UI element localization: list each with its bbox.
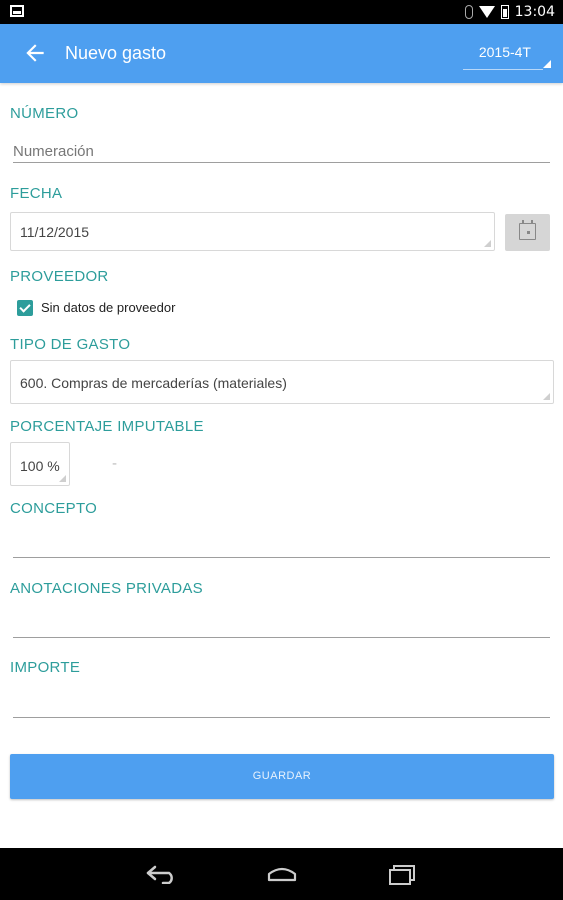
system-nav-bar	[0, 848, 563, 900]
importe-input[interactable]	[13, 688, 550, 718]
period-selector[interactable]: 2015-4T	[463, 44, 551, 70]
calendar-button[interactable]	[505, 214, 550, 251]
concepto-label: CONCEPTO	[10, 500, 98, 517]
proveedor-label: PROVEEDOR	[10, 268, 109, 285]
fecha-label: FECHA	[10, 185, 63, 202]
bluetooth-icon	[464, 5, 473, 19]
dropdown-corner-icon	[543, 60, 551, 68]
nav-home-icon[interactable]	[266, 866, 298, 882]
calendar-icon	[519, 220, 536, 240]
porcentaje-dash: -	[112, 456, 118, 472]
porcentaje-label: PORCENTAJE IMPUTABLE	[10, 418, 204, 435]
concepto-input[interactable]	[13, 528, 550, 558]
sin-proveedor-checkbox-label[interactable]: Sin datos de proveedor	[41, 300, 175, 315]
resize-corner-icon	[484, 240, 491, 247]
numero-label: NÚMERO	[10, 105, 79, 122]
anotaciones-label: ANOTACIONES PRIVADAS	[10, 580, 203, 597]
numero-input[interactable]: Numeración	[13, 143, 94, 160]
status-icons: 13:04	[464, 2, 555, 22]
importe-label: IMPORTE	[10, 659, 81, 676]
page-title: Nuevo gasto	[65, 43, 167, 63]
wifi-icon	[478, 6, 495, 18]
app-bar: Nuevo gasto 2015-4T	[0, 24, 563, 83]
dropdown-corner-icon	[543, 393, 550, 400]
fecha-input[interactable]: 11/12/2015	[10, 212, 495, 251]
porcentaje-value: 100 %	[20, 458, 60, 474]
nav-recents-icon[interactable]	[387, 864, 417, 886]
tipo-gasto-value: 600. Compras de mercaderías (materiales)	[20, 375, 287, 391]
anotaciones-input[interactable]	[13, 608, 550, 638]
tipo-gasto-select[interactable]: 600. Compras de mercaderías (materiales)	[10, 360, 554, 404]
period-value: 2015-4T	[478, 44, 531, 60]
status-bar: 13:04	[0, 0, 563, 24]
nav-back-icon[interactable]	[145, 864, 179, 884]
screenshot-notification-icon	[10, 5, 24, 17]
sin-proveedor-checkbox[interactable]	[17, 300, 33, 316]
status-time: 13:04	[514, 4, 555, 20]
tipo-gasto-label: TIPO DE GASTO	[10, 336, 131, 353]
dropdown-corner-icon	[59, 475, 66, 482]
battery-icon	[500, 5, 509, 19]
porcentaje-select[interactable]: 100 %	[10, 442, 70, 486]
back-arrow-icon[interactable]	[22, 40, 48, 66]
numero-input-underline	[13, 162, 550, 163]
save-button[interactable]: GUARDAR	[10, 754, 554, 799]
fecha-value: 11/12/2015	[20, 224, 90, 240]
